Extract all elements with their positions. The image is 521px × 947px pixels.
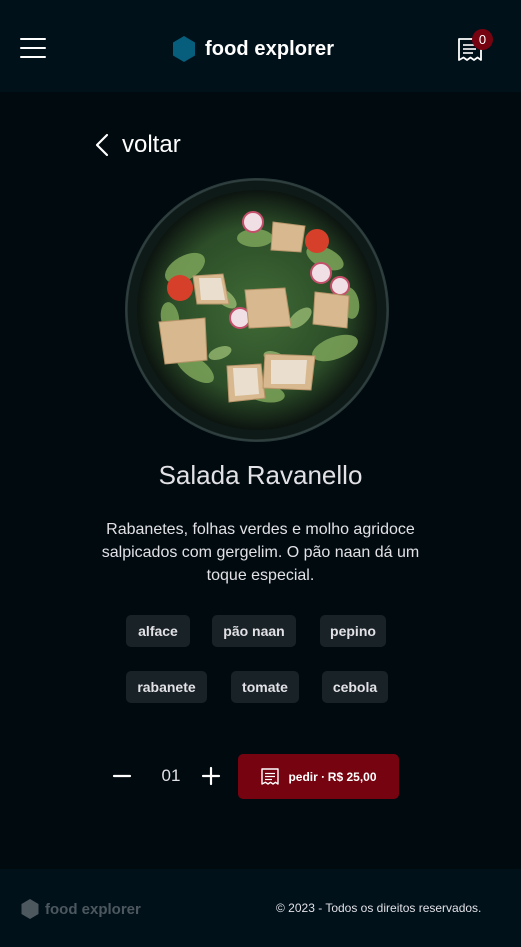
minus-icon[interactable] xyxy=(111,764,133,788)
brand-name: food explorer xyxy=(205,37,335,60)
ingredient-tag: rabanete xyxy=(126,671,207,703)
ingredient-tag: tomate xyxy=(231,671,299,703)
order-button[interactable]: pedir ∙ R$ 25,00 xyxy=(238,754,399,799)
footer-brand-name: food explorer xyxy=(45,900,141,918)
quantity-value: 01 xyxy=(161,766,181,785)
dish-title: Salada Ravanello xyxy=(158,460,363,490)
brand-logo[interactable]: food explorer xyxy=(172,36,334,62)
ingredient-tag: pepino xyxy=(320,615,386,647)
dish-description: Rabanetes, folhas verdes e molho agridoc… xyxy=(101,521,420,584)
hexagon-logo-icon xyxy=(21,899,39,919)
cart-count-badge: 0 xyxy=(472,29,493,50)
dish-image xyxy=(125,178,389,442)
copyright-text: © 2023 - Todos os direitos reservados. xyxy=(276,901,482,915)
plus-icon[interactable] xyxy=(200,764,222,788)
footer-brand: food explorer xyxy=(21,898,141,920)
back-label: voltar xyxy=(122,131,181,158)
chevron-left-icon xyxy=(95,133,109,157)
receipt-icon xyxy=(261,767,280,785)
order-button-label: pedir ∙ R$ 25,00 xyxy=(288,769,377,784)
hamburger-menu-icon[interactable] xyxy=(20,38,46,60)
ingredient-tag: alface xyxy=(126,615,190,647)
ingredient-tag: pão naan xyxy=(212,615,296,647)
back-button[interactable]: voltar xyxy=(94,130,181,160)
ingredient-tag: cebola xyxy=(322,671,388,703)
hexagon-logo-icon xyxy=(173,36,195,62)
